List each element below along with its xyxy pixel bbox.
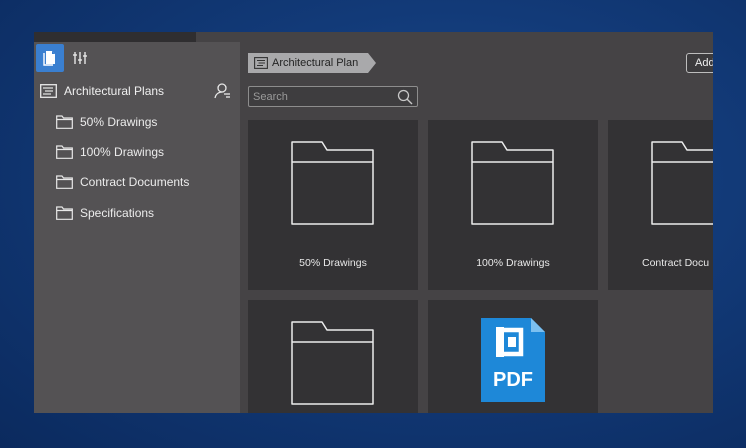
add-button[interactable]: Add: [686, 53, 713, 73]
tile-label: 100% Drawings: [476, 257, 550, 269]
folder-tile-specifications[interactable]: [248, 300, 418, 413]
pdf-file-tile[interactable]: PDF: [428, 300, 598, 413]
sidebar-item-contract-documents[interactable]: Contract Documents: [34, 169, 240, 195]
main-panel: Architectural Plan Add 50% Drawings: [240, 42, 713, 413]
folder-tile-100-drawings[interactable]: 100% Drawings: [428, 120, 598, 290]
sidebar-root-label: Architectural Plans: [64, 84, 165, 98]
breadcrumb-label: Architectural Plan: [272, 57, 359, 69]
app-window: Architectural Plans 50% Drawings 100% Dr…: [34, 32, 713, 413]
sidebar-item-specifications[interactable]: Specifications: [34, 200, 240, 226]
folder-icon: [291, 141, 375, 230]
sidebar-root-item[interactable]: Architectural Plans: [34, 78, 240, 104]
user-search-icon[interactable]: [214, 82, 232, 100]
sidebar-item-label: 100% Drawings: [80, 145, 165, 159]
sliders-icon: [72, 51, 88, 65]
list-icon: [40, 84, 57, 98]
folder-icon: [56, 145, 73, 159]
folder-icon: [291, 321, 375, 410]
document-icon: [43, 50, 57, 66]
folder-icon: [56, 206, 73, 220]
sidebar-item-100-drawings[interactable]: 100% Drawings: [34, 139, 240, 165]
tile-label: Contract Docu: [642, 257, 710, 269]
breadcrumb[interactable]: Architectural Plan: [248, 53, 377, 73]
sidebar: Architectural Plans 50% Drawings 100% Dr…: [34, 42, 240, 413]
folder-icon: [56, 175, 73, 189]
pdf-file-icon: PDF: [481, 318, 545, 407]
sidebar-item-label: 50% Drawings: [80, 115, 158, 129]
sidebar-item-label: Specifications: [80, 206, 155, 220]
sidebar-item-50-drawings[interactable]: 50% Drawings: [34, 109, 240, 135]
folder-icon: [651, 141, 713, 230]
list-icon: [254, 57, 268, 69]
pdf-label: PDF: [493, 369, 533, 391]
folder-icon: [56, 115, 73, 129]
folder-icon: [471, 141, 555, 230]
folder-tile-contract-documents[interactable]: Contract Docu: [608, 120, 713, 290]
search-input[interactable]: [253, 89, 388, 104]
folder-tile-50-drawings[interactable]: 50% Drawings: [248, 120, 418, 290]
sidebar-toolbar: [34, 44, 240, 74]
documents-tool-button[interactable]: [36, 44, 64, 72]
tile-label: 50% Drawings: [299, 257, 367, 269]
sidebar-item-label: Contract Documents: [80, 175, 190, 189]
search-box: [248, 86, 418, 107]
filters-tool-button[interactable]: [66, 44, 94, 72]
search-icon[interactable]: [397, 89, 413, 105]
